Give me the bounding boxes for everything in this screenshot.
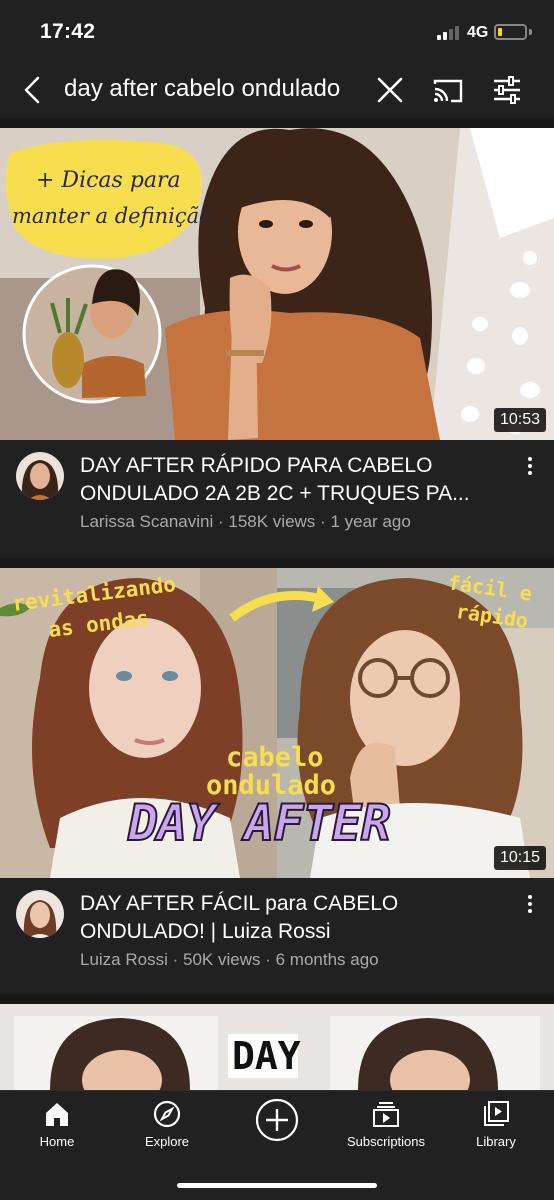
view-count: 158K views (228, 512, 316, 531)
video-thumbnail-2[interactable]: revitalizando as ondas fácil e rápido ca… (0, 568, 554, 878)
tune-icon (494, 76, 520, 104)
more-options-button[interactable] (518, 892, 542, 922)
separator-dot: · (217, 512, 229, 531)
nav-home[interactable]: Home (2, 1099, 112, 1159)
divider (0, 558, 554, 568)
nav-label: Home (39, 1134, 75, 1149)
close-icon (377, 77, 403, 103)
library-icon (484, 1101, 509, 1126)
thumbnail-text: DAY (232, 1034, 301, 1078)
thumbnail-text: DAY AFTER (127, 793, 392, 853)
create-plus-icon (255, 1098, 299, 1142)
thumbnail-text: + Dicas para (36, 168, 181, 193)
nav-label: Subscriptions (346, 1134, 426, 1149)
search-header: day after cabelo ondulado (0, 62, 554, 118)
status-bar: 17:42 4G (0, 0, 554, 62)
subscriptions-icon (373, 1102, 399, 1127)
nav-create[interactable] (222, 1097, 332, 1157)
nav-explore[interactable]: Explore (112, 1099, 222, 1159)
video-title[interactable]: DAY AFTER FÁCIL para CABELO ONDULADO! | … (80, 890, 500, 946)
video-duration: 10:15 (493, 846, 546, 870)
separator-dot: · (265, 950, 276, 969)
clear-search-button[interactable] (372, 72, 408, 108)
compass-icon (153, 1100, 181, 1128)
status-time: 17:42 (40, 20, 96, 43)
video-details: Luiza Rossi · 50K views · 6 months ago (80, 950, 379, 970)
video-meta-1[interactable]: DAY AFTER RÁPIDO PARA CABELO ONDULADO 2A… (0, 440, 554, 568)
back-button[interactable] (16, 72, 52, 108)
video-thumbnail-1[interactable]: + Dicas para manter a definição 10:53 (0, 128, 554, 440)
upload-age: 6 months ago (275, 950, 379, 969)
nav-label: Library (476, 1134, 516, 1149)
channel-name[interactable]: Larissa Scanavini (80, 512, 213, 531)
video-meta-2[interactable]: DAY AFTER FÁCIL para CABELO ONDULADO! | … (0, 878, 554, 1006)
channel-name[interactable]: Luiza Rossi (80, 950, 168, 969)
channel-avatar-image (16, 452, 64, 500)
home-indicator[interactable] (177, 1183, 377, 1188)
separator-dot: · (320, 512, 331, 531)
divider (0, 994, 554, 1004)
thumbnail-text: cabelo (226, 742, 324, 773)
thumbnail-text: manter a definição (12, 204, 212, 228)
back-arrow-icon (24, 76, 40, 104)
more-options-button[interactable] (518, 454, 542, 484)
nav-library[interactable]: Library (441, 1099, 551, 1159)
upload-age: 1 year ago (330, 512, 411, 531)
cast-icon (433, 79, 463, 103)
search-query-text[interactable]: day after cabelo ondulado (64, 75, 340, 103)
video-details: Larissa Scanavini · 158K views · 1 year … (80, 512, 411, 532)
signal-icon (437, 26, 463, 40)
separator-dot: · (172, 950, 183, 969)
nav-label: Explore (144, 1134, 190, 1149)
channel-avatar-image (16, 890, 64, 938)
network-type: 4G (467, 24, 489, 41)
home-icon (46, 1103, 68, 1126)
divider (0, 118, 554, 128)
search-filters-button[interactable] (489, 72, 525, 108)
cast-button[interactable] (430, 72, 466, 108)
video-duration: 10:53 (493, 408, 546, 432)
video-thumbnail-3[interactable]: DAY (0, 1004, 554, 1090)
avatar[interactable] (16, 452, 64, 500)
nav-subscriptions[interactable]: Subscriptions (331, 1099, 441, 1159)
battery-cap (529, 29, 532, 35)
video-title[interactable]: DAY AFTER RÁPIDO PARA CABELO ONDULADO 2A… (80, 452, 500, 508)
view-count: 50K views (183, 950, 261, 969)
battery-icon (494, 24, 527, 40)
avatar[interactable] (16, 890, 64, 938)
